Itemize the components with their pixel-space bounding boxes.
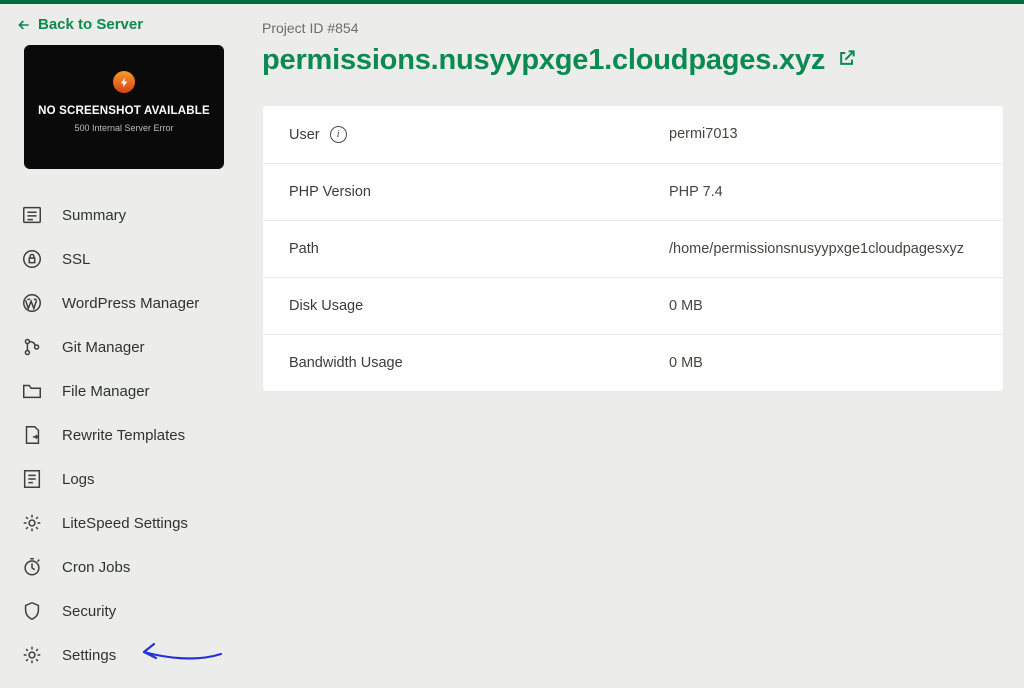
nav-label: SSL	[62, 251, 90, 268]
external-link-icon[interactable]	[837, 48, 857, 73]
back-link-label: Back to Server	[38, 16, 143, 33]
nav-label: Rewrite Templates	[62, 427, 185, 444]
settings-icon	[20, 643, 44, 667]
nav-rewrite-templates[interactable]: Rewrite Templates	[12, 413, 236, 457]
info-icon[interactable]: i	[330, 126, 347, 143]
nav-label: LiteSpeed Settings	[62, 515, 188, 532]
nav-label: Settings	[62, 647, 116, 664]
value-path: /home/permissionsnusyypxge1cloudpagesxyz	[669, 241, 977, 257]
nav-label: Logs	[62, 471, 95, 488]
summary-icon	[20, 203, 44, 227]
label-php: PHP Version	[289, 184, 371, 200]
nav-logs[interactable]: Logs	[12, 457, 236, 501]
site-screenshot-preview: NO SCREENSHOT AVAILABLE 500 Internal Ser…	[24, 45, 224, 169]
value-php: PHP 7.4	[669, 184, 977, 200]
value-bandwidth: 0 MB	[669, 355, 977, 371]
nav-wordpress[interactable]: WordPress Manager	[12, 281, 236, 325]
label-user: User	[289, 127, 320, 143]
nav-label: WordPress Manager	[62, 295, 199, 312]
sidebar-nav: Summary SSL WordPress Manager Git Manage…	[12, 193, 236, 677]
lock-icon	[20, 247, 44, 271]
stopwatch-icon	[20, 555, 44, 579]
nav-security[interactable]: Security	[12, 589, 236, 633]
shield-icon	[20, 599, 44, 623]
nav-cron-jobs[interactable]: Cron Jobs	[12, 545, 236, 589]
row-user: User i permi7013	[263, 106, 1003, 164]
nav-label: Security	[62, 603, 116, 620]
git-icon	[20, 335, 44, 359]
label-bandwidth: Bandwidth Usage	[289, 355, 403, 371]
gear-icon	[20, 511, 44, 535]
lightning-icon	[113, 71, 135, 93]
file-arrow-icon	[20, 423, 44, 447]
row-path: Path /home/permissionsnusyypxge1cloudpag…	[263, 221, 1003, 278]
folder-icon	[20, 379, 44, 403]
value-disk: 0 MB	[669, 298, 977, 314]
project-domain[interactable]: permissions.nusyypxge1.cloudpages.xyz	[262, 44, 825, 77]
logs-icon	[20, 467, 44, 491]
main-content: Project ID #854 permissions.nusyypxge1.c…	[256, 4, 1024, 688]
nav-settings[interactable]: Settings	[12, 633, 236, 677]
nav-ssl[interactable]: SSL	[12, 237, 236, 281]
preview-error-text: 500 Internal Server Error	[24, 123, 224, 133]
back-to-server-link[interactable]: Back to Server	[12, 16, 236, 39]
label-path: Path	[289, 241, 319, 257]
wordpress-icon	[20, 291, 44, 315]
project-id: Project ID #854	[262, 20, 1004, 36]
nav-litespeed[interactable]: LiteSpeed Settings	[12, 501, 236, 545]
preview-label: NO SCREENSHOT AVAILABLE	[24, 105, 224, 117]
project-summary-card: User i permi7013 PHP Version PHP 7.4 Pat…	[262, 105, 1004, 392]
nav-file-manager[interactable]: File Manager	[12, 369, 236, 413]
row-bandwidth: Bandwidth Usage 0 MB	[263, 335, 1003, 391]
nav-label: File Manager	[62, 383, 150, 400]
arrow-left-icon	[16, 17, 32, 33]
row-disk: Disk Usage 0 MB	[263, 278, 1003, 335]
label-disk: Disk Usage	[289, 298, 363, 314]
nav-summary[interactable]: Summary	[12, 193, 236, 237]
sidebar: Back to Server NO SCREENSHOT AVAILABLE 5…	[0, 4, 256, 688]
nav-git[interactable]: Git Manager	[12, 325, 236, 369]
nav-label: Git Manager	[62, 339, 145, 356]
nav-label: Cron Jobs	[62, 559, 130, 576]
value-user: permi7013	[669, 126, 977, 143]
nav-label: Summary	[62, 207, 126, 224]
row-php: PHP Version PHP 7.4	[263, 164, 1003, 221]
